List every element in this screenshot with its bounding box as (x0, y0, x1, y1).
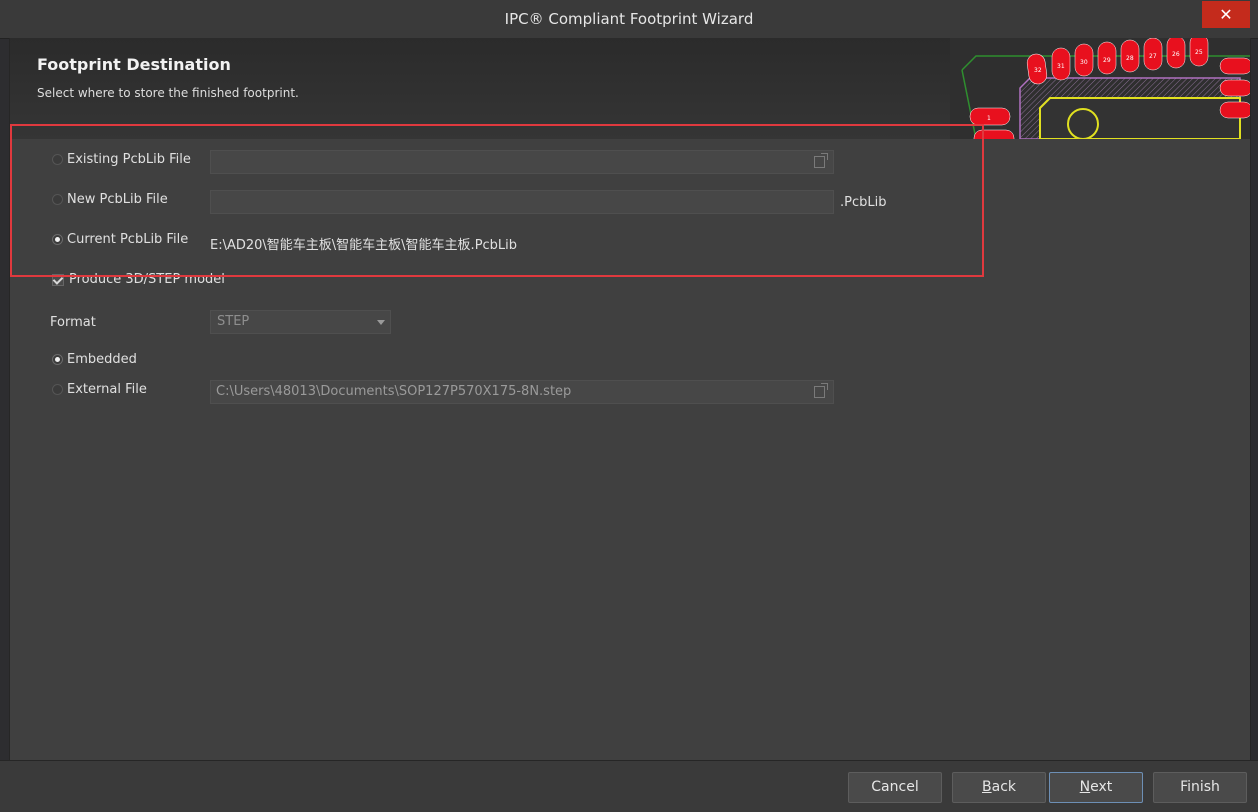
format-label: Format (50, 315, 96, 330)
new-pcblib-name-input[interactable] (210, 190, 834, 214)
pad-label: 30 (1080, 59, 1088, 66)
pad-label: 27 (1149, 53, 1157, 60)
finish-button[interactable]: Finish (1153, 772, 1247, 803)
wizard-header: Footprint Destination Select where to st… (10, 38, 1250, 139)
pcblib-extension-label: .PcbLib (840, 195, 887, 210)
existing-pcblib-path-input[interactable] (210, 150, 834, 174)
pad-label: 26 (1172, 51, 1180, 58)
footprint-banner-image: 32 31 30 29 28 27 26 25 1 (950, 38, 1250, 139)
back-label-rest: ack (991, 779, 1016, 795)
existing-pcblib-label[interactable]: Existing PcbLib File (67, 152, 191, 167)
external-file-label[interactable]: External File (67, 382, 147, 397)
cancel-button[interactable]: Cancel (848, 772, 942, 803)
external-file-path-input[interactable]: C:\Users\48013\Documents\SOP127P570X175-… (210, 380, 834, 404)
format-select-value: STEP (217, 314, 250, 329)
title-bar: IPC® Compliant Footprint Wizard ✕ (0, 0, 1258, 39)
current-pcblib-radio[interactable] (52, 234, 63, 245)
browse-file-icon[interactable] (814, 383, 828, 398)
back-mnemonic: B (982, 779, 992, 795)
new-pcblib-label[interactable]: New PcbLib File (67, 192, 168, 207)
back-button[interactable]: Back (952, 772, 1046, 803)
embedded-radio[interactable] (52, 354, 63, 365)
next-button[interactable]: Next (1049, 772, 1143, 803)
pad-label: 25 (1195, 49, 1203, 56)
external-file-path-value: C:\Users\48013\Documents\SOP127P570X175-… (216, 384, 572, 399)
close-button[interactable]: ✕ (1202, 1, 1250, 28)
format-select[interactable]: STEP (210, 310, 391, 334)
browse-file-icon[interactable] (814, 153, 828, 168)
next-mnemonic: N (1079, 779, 1091, 795)
pad-label: 1 (987, 115, 991, 122)
external-file-radio[interactable] (52, 384, 63, 395)
pad-label: 29 (1103, 57, 1111, 64)
page-subtitle: Select where to store the finished footp… (37, 86, 299, 100)
next-label-rest: ext (1090, 779, 1113, 795)
page-title: Footprint Destination (37, 55, 231, 74)
close-icon: ✕ (1219, 5, 1233, 24)
produce-step-checkbox[interactable] (52, 274, 64, 286)
wizard-footer: Cancel Back Next Finish (0, 760, 1258, 812)
pad-label: 28 (1126, 55, 1134, 62)
pad-label: 32 (1034, 67, 1042, 74)
produce-step-label[interactable]: Produce 3D/STEP model (69, 272, 225, 287)
current-pcblib-label[interactable]: Current PcbLib File (67, 232, 188, 247)
embedded-label[interactable]: Embedded (67, 352, 137, 367)
pad-label: 31 (1057, 63, 1065, 70)
current-pcblib-path: E:\AD20\智能车主板\智能车主板\智能车主板.PcbLib (210, 238, 518, 253)
new-pcblib-radio[interactable] (52, 194, 63, 205)
chevron-down-icon (377, 320, 385, 325)
window-title: IPC® Compliant Footprint Wizard (504, 10, 754, 28)
existing-pcblib-radio[interactable] (52, 154, 63, 165)
